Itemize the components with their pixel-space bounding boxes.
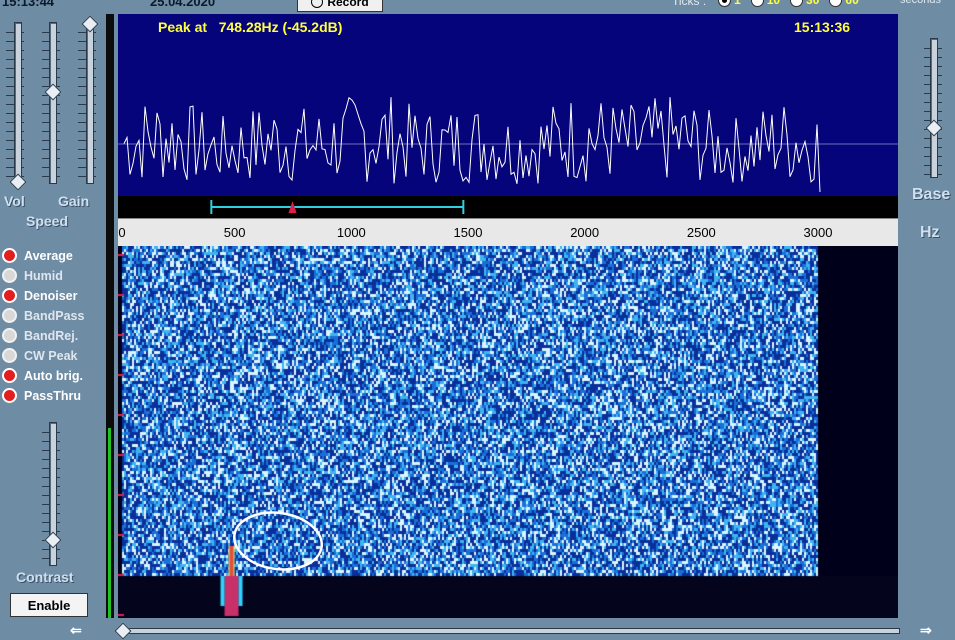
tick-option-30[interactable]: 30 <box>790 0 819 7</box>
spectrum-panel: Peak at 748.28Hz (-45.2dB) 15:13:36 <box>118 14 898 196</box>
option-auto-brig[interactable]: Auto brig. <box>2 366 83 385</box>
toggle-led-icon <box>2 268 17 283</box>
record-label: Record <box>327 0 369 9</box>
speed-label: Speed <box>26 213 69 229</box>
option-label: Average <box>24 248 73 263</box>
toggle-led-icon <box>2 348 17 363</box>
peak-readout: Peak at 748.28Hz (-45.2dB) <box>158 19 343 35</box>
tick-option-label: 10 <box>766 0 781 7</box>
tick-option-label: 60 <box>845 0 859 7</box>
spectrum-trace <box>118 96 898 193</box>
waterfall-display <box>118 246 898 618</box>
option-humid[interactable]: Humid <box>2 266 63 285</box>
option-cw-peak[interactable]: CW Peak <box>2 346 78 365</box>
option-bandrej[interactable]: BandRej. <box>2 326 78 345</box>
option-label: BandRej. <box>24 328 79 343</box>
tick-options: 1 10 30 60 <box>718 0 859 7</box>
axis-label-0: 0 <box>118 225 126 240</box>
tick-option-10[interactable]: 10 <box>750 0 781 7</box>
toggle-led-icon <box>2 308 17 323</box>
axis-label-3000: 3000 <box>803 225 833 240</box>
base-label: Base <box>912 186 951 203</box>
option-passthru[interactable]: PassThru <box>2 386 81 405</box>
axis-label-500: 500 <box>223 225 246 240</box>
option-label: PassThru <box>24 388 81 403</box>
toggle-led-icon <box>2 288 17 303</box>
option-label: Auto brig. <box>24 368 84 383</box>
gain-label: Gain <box>58 193 90 209</box>
toggle-led-icon <box>2 388 17 403</box>
third-slider[interactable] <box>86 22 94 184</box>
axis-label-2500: 2500 <box>686 225 716 240</box>
passband-marker[interactable] <box>118 196 898 218</box>
option-label: Denoiser <box>24 288 78 303</box>
option-average[interactable]: Average <box>2 246 73 265</box>
scroll-left-icon[interactable]: ⇐ <box>70 622 82 639</box>
radio-icon <box>790 0 804 7</box>
option-denoiser[interactable]: Denoiser <box>2 286 78 305</box>
hz-label: Hz <box>920 224 940 241</box>
toggle-led-icon <box>2 368 17 383</box>
tick-option-1[interactable]: 1 <box>718 0 741 7</box>
highlight-circle <box>233 511 323 571</box>
ticks-label: Ticks : <box>672 0 707 8</box>
options-list: Average Humid Denoiser BandPass BandRej. CW P… <box>2 246 112 411</box>
top-time: 15:13:44 <box>2 0 55 9</box>
radio-icon <box>718 0 731 7</box>
gain-slider[interactable] <box>49 22 57 184</box>
vol-slider[interactable] <box>14 22 22 184</box>
tick-option-60[interactable]: 60 <box>829 0 859 7</box>
frequency-axis: 0 500 1000 1500 2000 2500 3000 <box>118 218 898 247</box>
waterfall-overlay <box>233 511 323 571</box>
enable-button[interactable]: Enable <box>10 593 88 617</box>
option-label: CW Peak <box>24 348 78 363</box>
passband-ruler[interactable] <box>118 196 898 218</box>
axis-label-1000: 1000 <box>336 225 366 240</box>
seconds-label: seconds <box>900 0 941 6</box>
toggle-led-icon <box>2 248 17 263</box>
base-slider[interactable] <box>930 38 938 178</box>
vol-label: Vol <box>4 193 25 209</box>
top-date: 25.04.2020 <box>150 0 216 9</box>
tick-option-label: 1 <box>734 0 741 7</box>
record-button[interactable]: Record <box>297 0 383 12</box>
radio-icon <box>750 0 764 7</box>
axis-label-2000: 2000 <box>570 225 600 240</box>
record-radio-icon <box>311 0 324 8</box>
level-meter-fill <box>108 428 111 618</box>
toggle-led-icon <box>2 328 17 343</box>
scroll-right-icon[interactable]: ⇒ <box>920 622 932 639</box>
option-bandpass[interactable]: BandPass <box>2 306 84 325</box>
option-label: Humid <box>24 268 63 283</box>
spectrum-clock: 15:13:36 <box>794 19 851 35</box>
axis-label-1500: 1500 <box>453 225 483 240</box>
contrast-label: Contrast <box>16 569 74 585</box>
radio-icon <box>829 0 843 7</box>
option-label: BandPass <box>24 308 85 323</box>
tick-option-label: 30 <box>806 0 820 7</box>
spectrum-line <box>123 96 821 193</box>
bottom-scroll-track[interactable] <box>118 628 900 634</box>
